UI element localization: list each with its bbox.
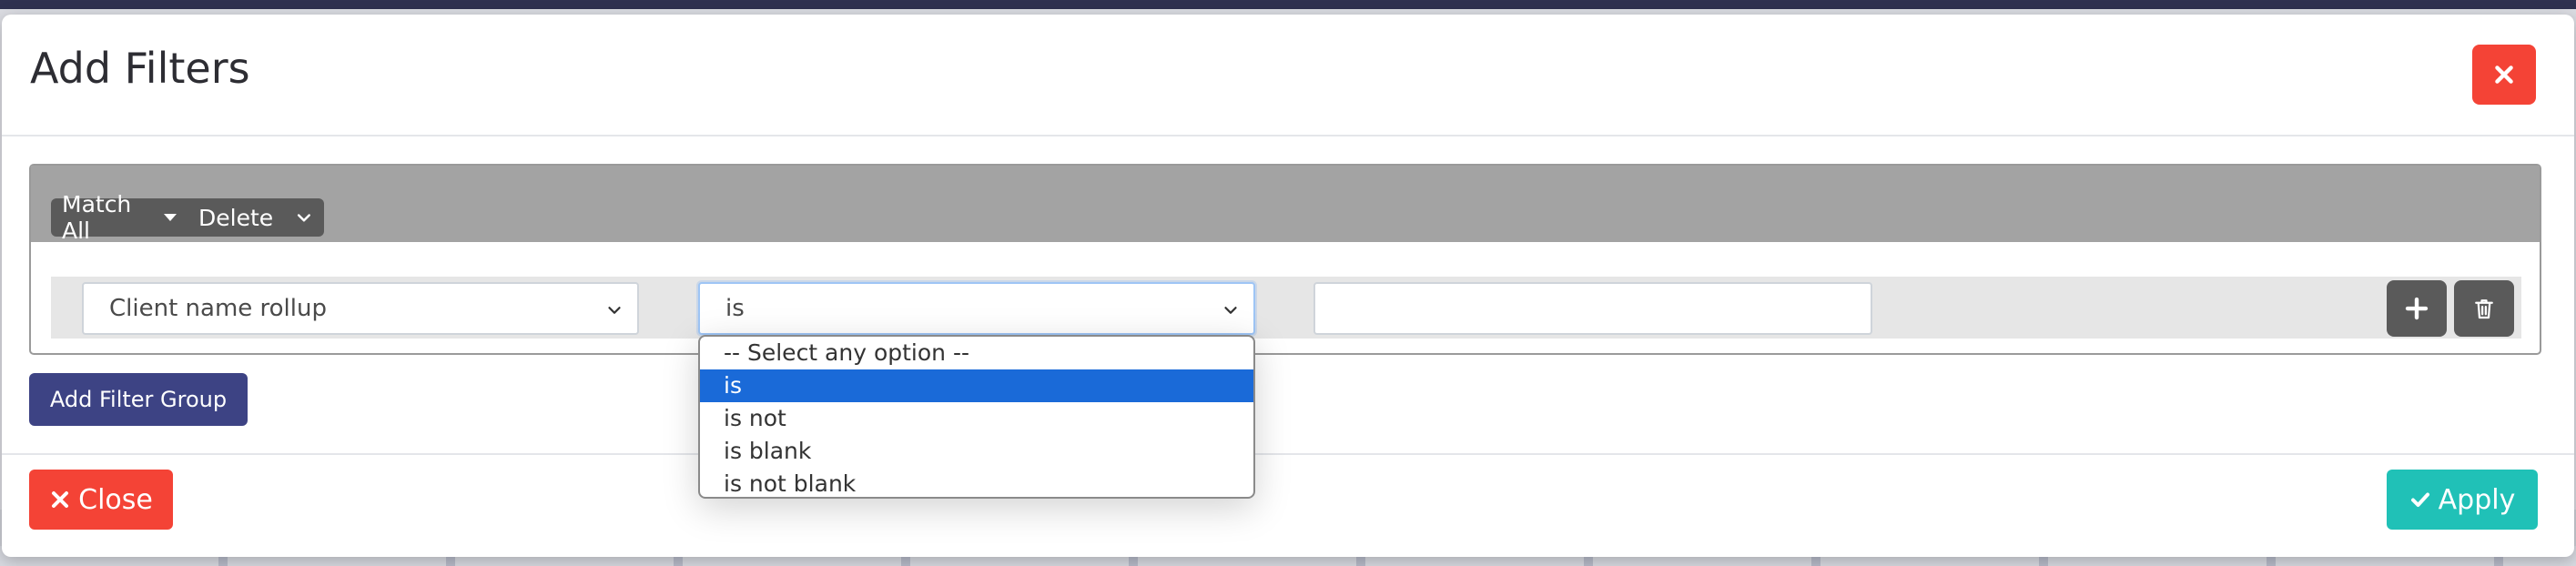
close-icon	[2495, 66, 2513, 84]
delete-label: Delete	[198, 204, 274, 231]
operator-options-list: -- Select any option -- is is not is bla…	[698, 335, 1255, 499]
filter-rule-row: Client name rollup is	[51, 277, 2521, 339]
add-filter-group-button[interactable]: Add Filter Group	[29, 373, 248, 426]
filter-group: Match All Delete Client name rollup is	[29, 164, 2541, 355]
operator-select-value: is	[725, 295, 745, 322]
operator-select[interactable]: is	[698, 282, 1255, 335]
apply-button-label: Apply	[2438, 483, 2516, 516]
chevron-down-icon	[298, 214, 311, 222]
dialog-title: Add Filters	[30, 44, 250, 93]
match-all-label: Match All	[62, 191, 132, 244]
filter-group-header: Match All Delete	[31, 166, 2540, 244]
operator-option[interactable]: is	[700, 369, 1253, 402]
field-select[interactable]: Client name rollup	[82, 282, 639, 335]
apply-button[interactable]: Apply	[2387, 470, 2538, 530]
plus-icon	[2405, 297, 2429, 320]
delete-rule-button[interactable]	[2454, 280, 2514, 337]
operator-option[interactable]: is not blank	[700, 468, 1253, 497]
dialog-header: Add Filters	[2, 15, 2574, 136]
close-icon	[52, 491, 69, 508]
caret-down-icon	[164, 214, 177, 221]
close-button[interactable]: Close	[29, 470, 173, 530]
filter-value-input[interactable]	[1313, 282, 1872, 335]
check-icon	[2410, 492, 2429, 507]
field-select-value: Client name rollup	[109, 295, 327, 322]
match-all-dropdown[interactable]: Match All	[51, 191, 188, 244]
add-filters-dialog: Add Filters Match All Delete Client name…	[2, 15, 2574, 557]
chevron-down-icon	[608, 307, 621, 314]
dialog-close-button[interactable]	[2472, 45, 2536, 105]
chevron-down-icon	[1224, 307, 1237, 314]
close-button-label: Close	[78, 483, 153, 516]
operator-option[interactable]: -- Select any option --	[700, 337, 1253, 369]
operator-option[interactable]: is not	[700, 402, 1253, 435]
trash-icon	[2475, 299, 2493, 319]
add-rule-button[interactable]	[2387, 280, 2447, 337]
footer-divider	[2, 453, 2574, 455]
delete-group-dropdown[interactable]: Delete	[188, 198, 324, 237]
operator-option[interactable]: is blank	[700, 435, 1253, 468]
